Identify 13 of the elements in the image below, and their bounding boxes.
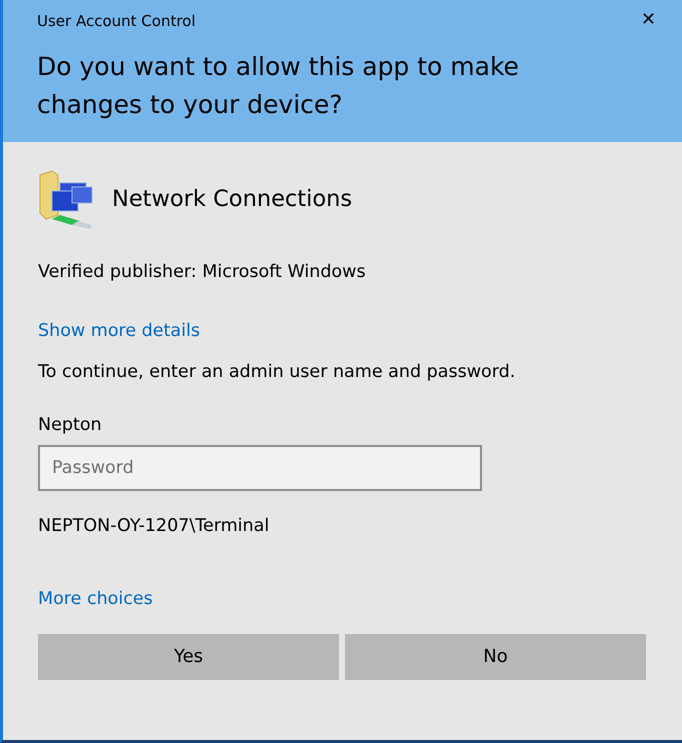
password-field[interactable]: Password xyxy=(38,445,482,491)
no-button[interactable]: No xyxy=(345,634,646,680)
window-title: User Account Control xyxy=(37,11,196,32)
details-link[interactable]: Show more details xyxy=(38,321,200,342)
instruction-text: To continue, enter an admin user name and password. xyxy=(38,360,516,384)
prompt-heading: Do you want to allow this app to make changes to your device? xyxy=(37,51,520,121)
publisher-text: Verified publisher: Microsoft Windows xyxy=(38,261,367,284)
more-choices-link[interactable]: More choices xyxy=(38,589,153,610)
domain-text: NEPTON-OY-1207\Terminal xyxy=(38,515,270,538)
yes-button[interactable]: Yes xyxy=(38,634,339,680)
app-name: Network Connections xyxy=(112,185,352,214)
username-label: Nepton xyxy=(38,414,103,437)
close-button[interactable]: ✕ xyxy=(636,8,660,32)
